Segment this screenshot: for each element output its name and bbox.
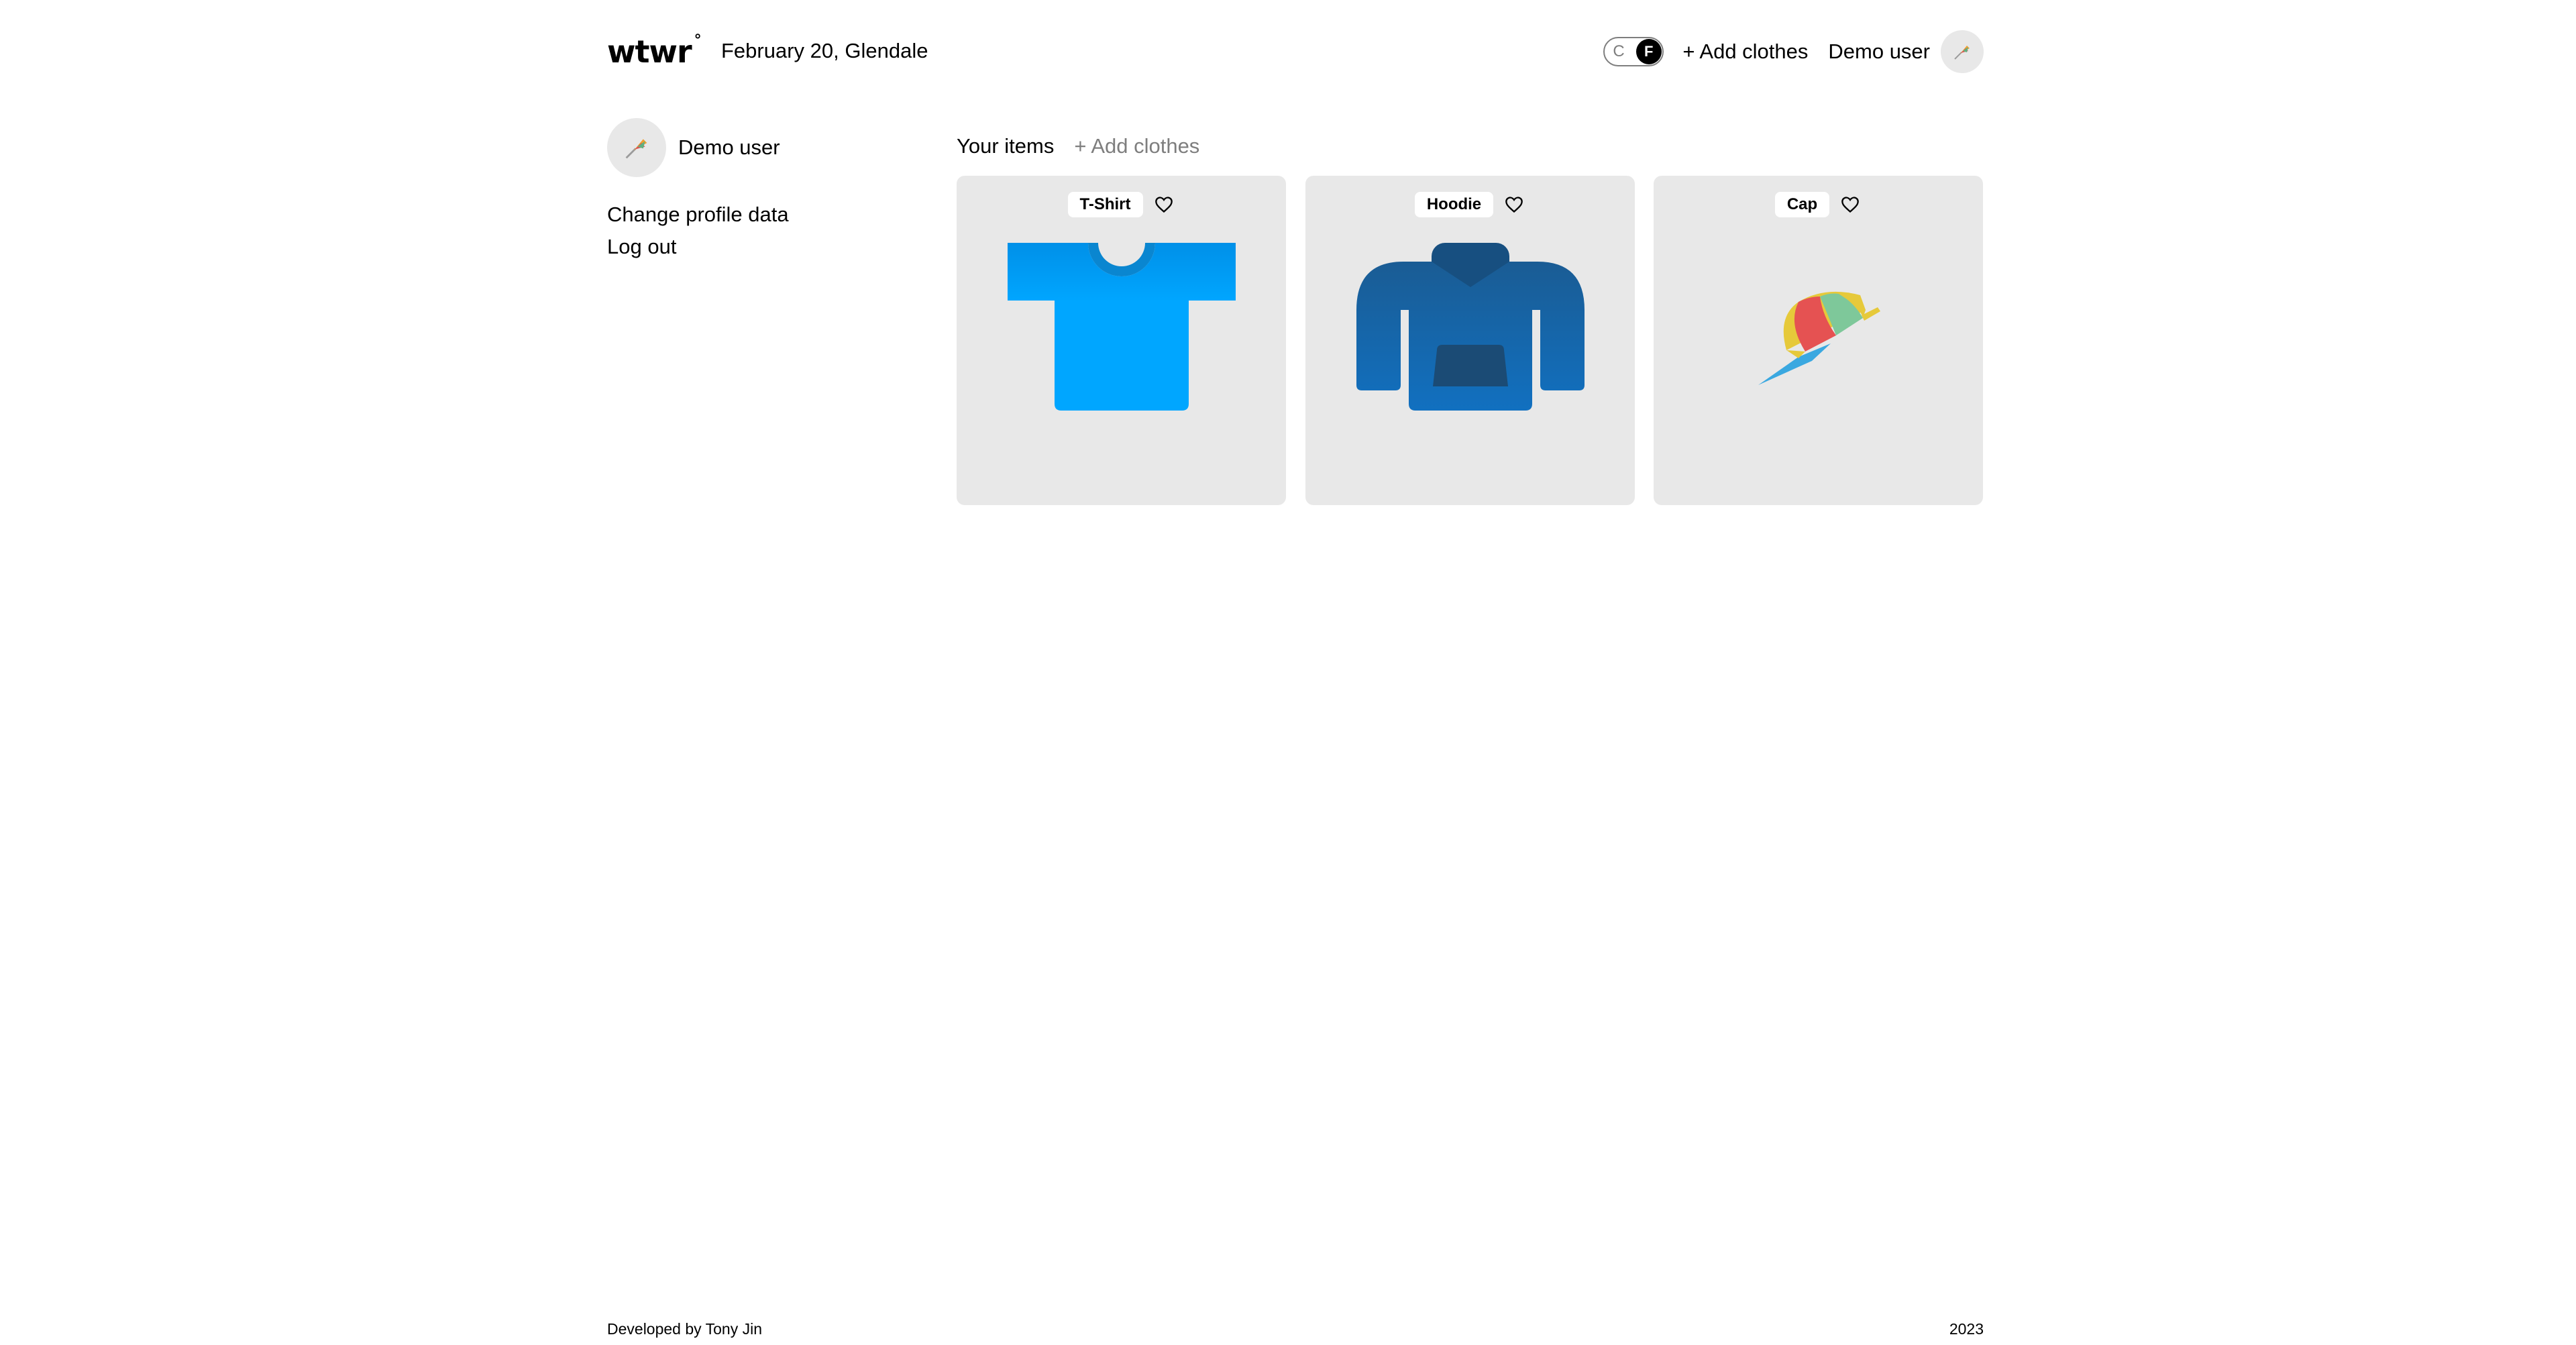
tshirt-icon: [1007, 243, 1236, 411]
item-card-hoodie[interactable]: Hoodie: [1305, 176, 1635, 505]
item-name: Hoodie: [1414, 192, 1494, 217]
clothing-section-header: Your items + Add clothes: [957, 131, 1983, 161]
header-user-name[interactable]: Demo user: [1828, 40, 1930, 64]
sidebar-user-name: Demo user: [678, 136, 780, 159]
section-title: Your items: [957, 134, 1055, 158]
logo-degree-mark: °: [694, 32, 702, 49]
item-card-tshirt[interactable]: T-Shirt: [957, 176, 1286, 505]
sidebar-links: Change profile data Log out: [607, 199, 875, 263]
hoodie-icon: [1356, 243, 1585, 411]
cap-icon: [1758, 291, 1880, 385]
logo-text: wtwr: [607, 34, 692, 70]
item-card-cap[interactable]: Cap: [1654, 176, 1983, 505]
item-image: [957, 243, 1286, 411]
logo[interactable]: wtwr °: [607, 34, 702, 70]
sidebar-user: Demo user: [607, 118, 875, 177]
item-name: Cap: [1774, 192, 1830, 217]
like-heart-icon[interactable]: [1839, 193, 1862, 216]
card-header: T-Shirt: [957, 192, 1286, 217]
date-location: February 20, Glendale: [721, 39, 928, 62]
footer-year: 2023: [1949, 1320, 1984, 1338]
clothing-section: Your items + Add clothes T-Shirt Hoodie …: [957, 131, 1983, 505]
profile-sidebar: Demo user Change profile data Log out: [607, 118, 875, 263]
avatar[interactable]: [1941, 30, 1984, 73]
like-heart-icon[interactable]: [1152, 193, 1175, 216]
add-clothes-button[interactable]: + Add clothes: [1682, 40, 1808, 64]
feather-avatar-icon: [625, 139, 647, 159]
header: wtwr ° February 20, Glendale C F + Add cl…: [607, 28, 1984, 75]
feather-avatar-icon: [1954, 46, 1970, 60]
sidebar-avatar: [607, 118, 666, 177]
log-out-button[interactable]: Log out: [607, 231, 676, 263]
toggle-celsius-label: C: [1613, 42, 1625, 60]
item-image: [1305, 243, 1635, 411]
item-image: [1654, 243, 1983, 411]
like-heart-icon[interactable]: [1503, 193, 1525, 216]
change-profile-data-button[interactable]: Change profile data: [607, 199, 789, 231]
item-name: T-Shirt: [1067, 192, 1143, 217]
section-add-clothes-button[interactable]: + Add clothes: [1074, 134, 1199, 158]
card-header: Hoodie: [1305, 192, 1635, 217]
card-header: Cap: [1654, 192, 1983, 217]
temperature-unit-toggle[interactable]: C F: [1603, 37, 1664, 66]
toggle-fahrenheit-label: F: [1644, 43, 1654, 60]
header-actions: C F + Add clothes Demo user: [1603, 28, 1984, 75]
footer-credit: Developed by Tony Jin: [607, 1320, 762, 1338]
